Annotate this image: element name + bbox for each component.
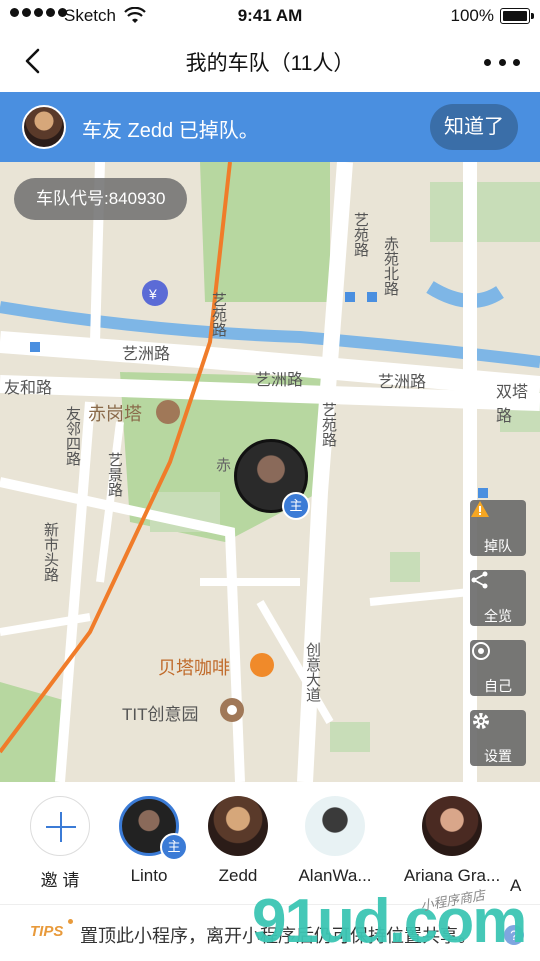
road-label: 友和路 (4, 380, 53, 397)
member-name: Zedd (218, 866, 258, 885)
poi-label: 贝塔咖啡 (158, 658, 230, 678)
banner-avatar (22, 105, 66, 149)
status-bar: Sketch 9:41 AM 100% (0, 0, 540, 32)
page-title: 我的车队（11人） (185, 52, 355, 75)
self-locate-button[interactable]: 自己 (470, 640, 526, 696)
locate-icon (470, 640, 526, 676)
member-item[interactable]: Ariana Gra... (402, 796, 502, 886)
road-label: 艺苑路 (320, 402, 337, 447)
member-item[interactable]: Zedd (188, 796, 288, 886)
gear-icon (470, 710, 526, 746)
invite-button[interactable]: 邀 请 (10, 796, 110, 891)
avatar (305, 796, 365, 856)
road-label: 创意大道 (304, 642, 321, 702)
tips-badge: TIPS (30, 919, 74, 940)
dropout-label: 掉队 (484, 538, 512, 554)
member-name: AlanWa... (298, 866, 372, 885)
road-label: 双塔路 (496, 384, 529, 425)
team-code-pill: 车队代号:840930 (14, 178, 188, 220)
member-name: Linto (130, 866, 168, 885)
road-label: 艺景路 (106, 452, 123, 497)
road-label: 赤苑北路 (382, 236, 399, 296)
road-label: 艺苑路 (210, 292, 227, 337)
settings-label: 设置 (484, 748, 512, 764)
road-label: 艺洲路 (378, 374, 427, 391)
road-label: 新市头路 (42, 522, 59, 582)
member-name: 邀 请 (40, 871, 80, 890)
road-label: 友邻四路 (64, 406, 81, 466)
poi-label: TIT创意园 (122, 705, 199, 724)
overview-label: 全览 (484, 608, 512, 624)
battery-percent: 100% (450, 6, 494, 25)
member-item[interactable]: 主 Linto (99, 796, 199, 886)
avatar: 主 (119, 796, 188, 861)
warning-icon (470, 500, 526, 536)
member-item[interactable]: A (510, 796, 540, 896)
acknowledge-button[interactable]: 知道了 (430, 104, 518, 150)
dropout-banner: 车友 Zedd 已掉队。 知道了 (0, 92, 540, 162)
owner-badge: 主 (282, 492, 310, 520)
road-label: 艺苑路 (352, 212, 369, 257)
nav-bar: 我的车队（11人） (0, 32, 540, 93)
map-view[interactable]: ¥ 艺洲路 艺洲路 艺洲路 友和路 双塔路 赤岗塔 赤 贝塔咖啡 TIT创意园 … (0, 162, 540, 782)
svg-text:¥: ¥ (148, 286, 157, 302)
self-label: 自己 (484, 678, 512, 694)
more-icon[interactable] (484, 50, 520, 74)
owner-badge: 主 (160, 833, 188, 861)
member-name: Ariana Gra... (403, 866, 501, 885)
avatar (422, 796, 482, 856)
share-nodes-icon (470, 570, 526, 606)
settings-button[interactable]: 设置 (470, 710, 526, 766)
road-label: 艺洲路 (255, 372, 304, 389)
avatar (208, 796, 268, 856)
plus-icon (30, 796, 90, 856)
banner-message: 车友 Zedd 已掉队。 (82, 120, 259, 142)
dropout-button[interactable]: 掉队 (470, 500, 526, 556)
battery-icon (500, 8, 534, 24)
poi-label: 赤 (216, 457, 232, 474)
poi-label: 赤岗塔 (88, 404, 142, 424)
member-item[interactable]: AlanWa... (285, 796, 385, 886)
road-label: 艺洲路 (122, 346, 171, 363)
overview-button[interactable]: 全览 (470, 570, 526, 626)
